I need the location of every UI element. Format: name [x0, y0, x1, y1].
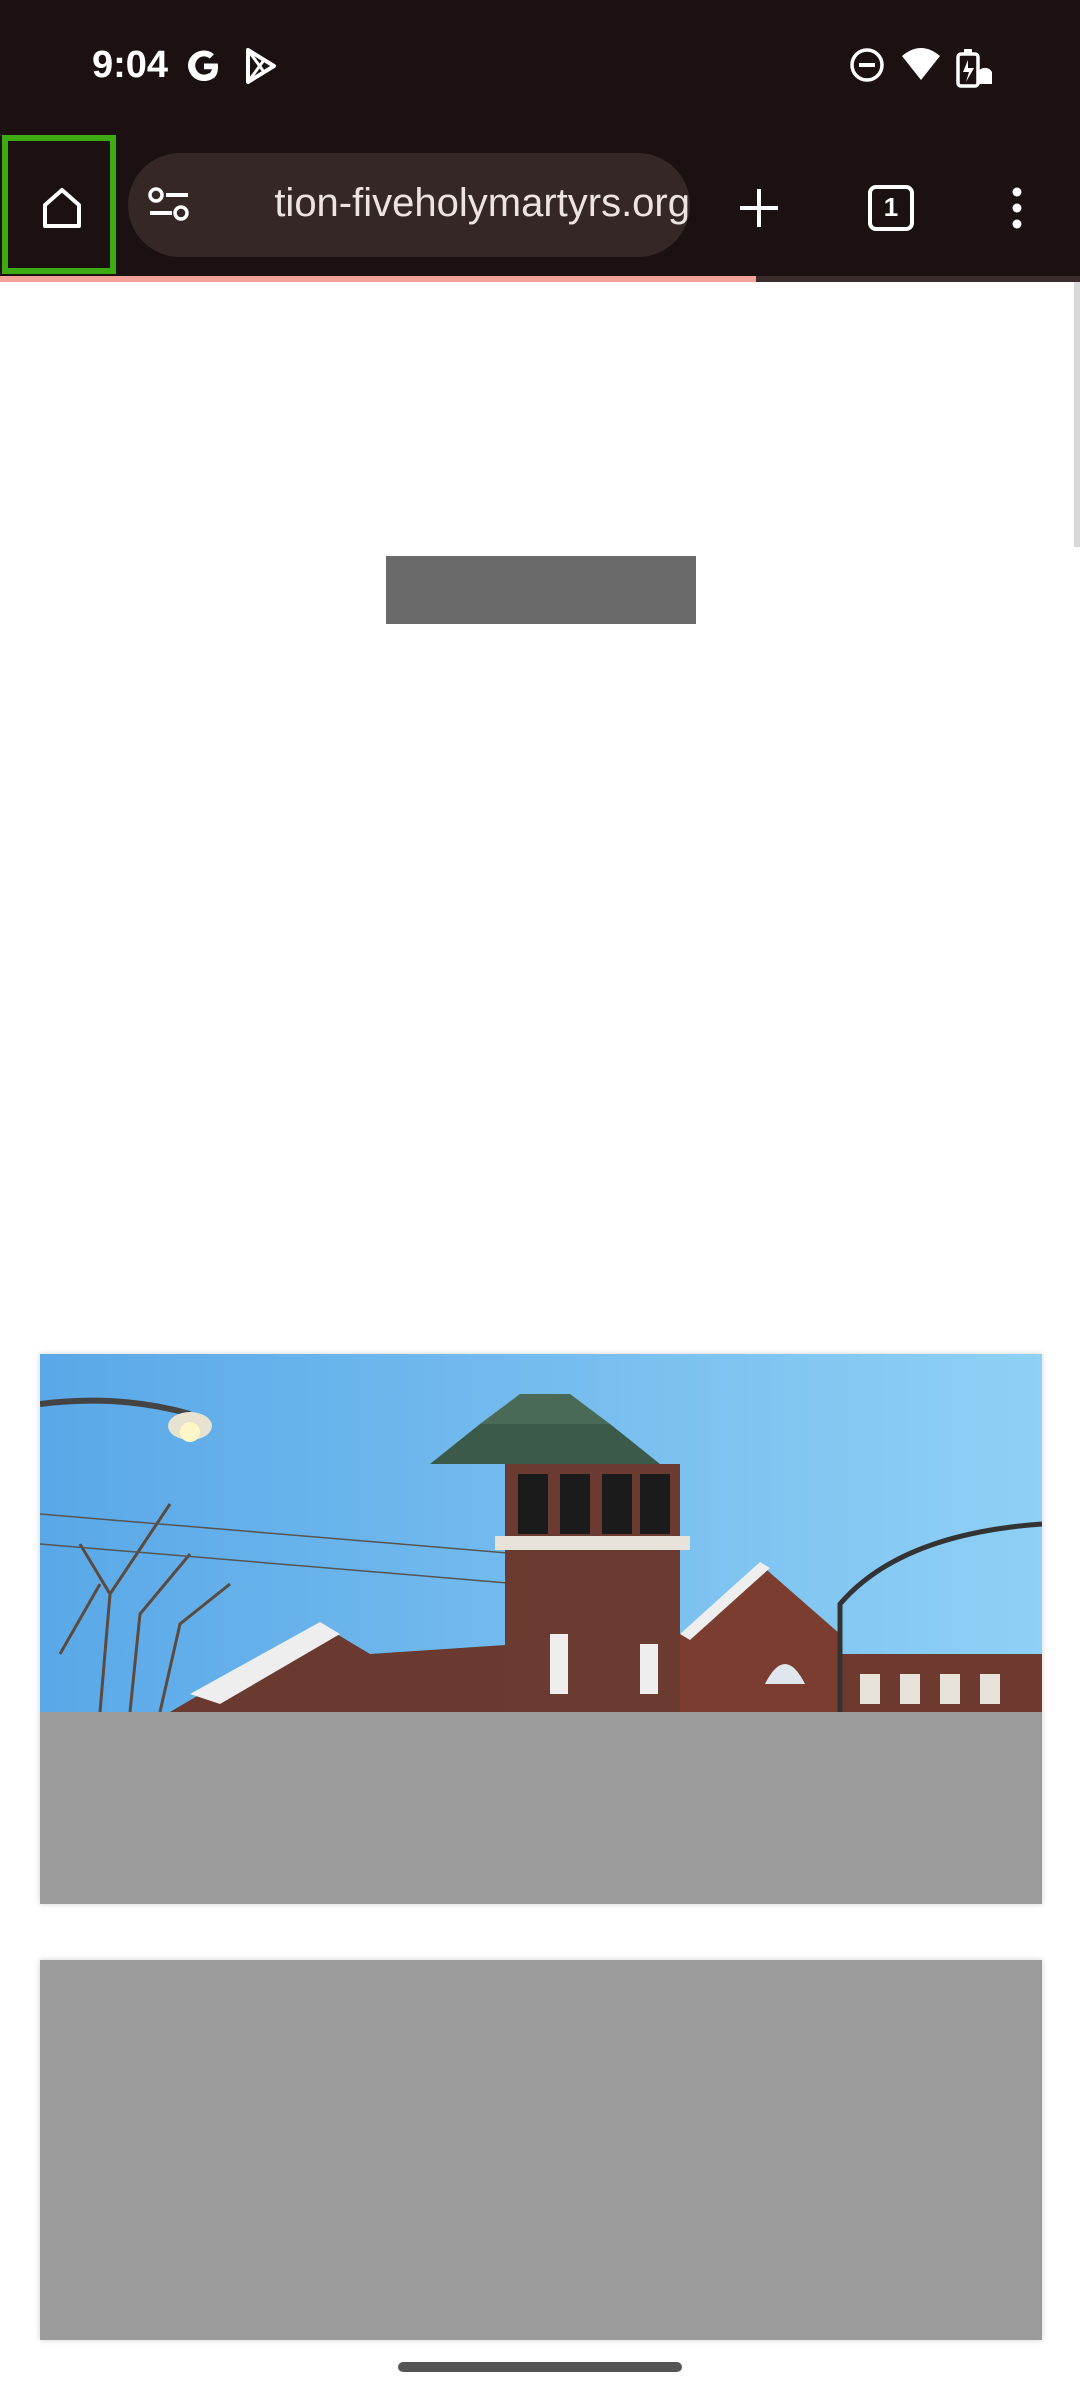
home-button[interactable] — [0, 135, 124, 280]
page-info-icon[interactable] — [146, 183, 192, 227]
home-button-highlight — [2, 135, 116, 274]
address-bar[interactable]: tion-fiveholymartyrs.org — [128, 153, 690, 257]
tab-switcher-button[interactable]: 1 — [836, 135, 946, 280]
hero-card[interactable] — [40, 1354, 1042, 1904]
more-options-icon — [1012, 187, 1022, 228]
do-not-disturb-icon — [850, 48, 884, 82]
status-bar: 9:04 — [0, 0, 1080, 135]
browser-toolbar: tion-fiveholymartyrs.org 1 — [0, 135, 1080, 280]
status-time: 9:04 — [92, 44, 169, 86]
gesture-nav-handle[interactable] — [398, 2362, 682, 2372]
google-g-icon — [188, 50, 218, 81]
page-scrollbar[interactable] — [1074, 282, 1080, 547]
play-store-icon — [246, 48, 276, 84]
content-card[interactable] — [40, 1960, 1042, 2340]
new-tab-button[interactable] — [704, 135, 814, 280]
loading-placeholder — [386, 556, 696, 624]
more-options-button[interactable] — [962, 135, 1072, 280]
church-photo — [40, 1354, 1042, 1712]
new-tab-icon — [740, 188, 778, 227]
battery-charging-icon — [956, 49, 992, 88]
tab-switcher-icon: 1 — [868, 184, 914, 231]
wifi-icon — [902, 48, 940, 80]
url-text: tion-fiveholymartyrs.org — [274, 181, 690, 225]
